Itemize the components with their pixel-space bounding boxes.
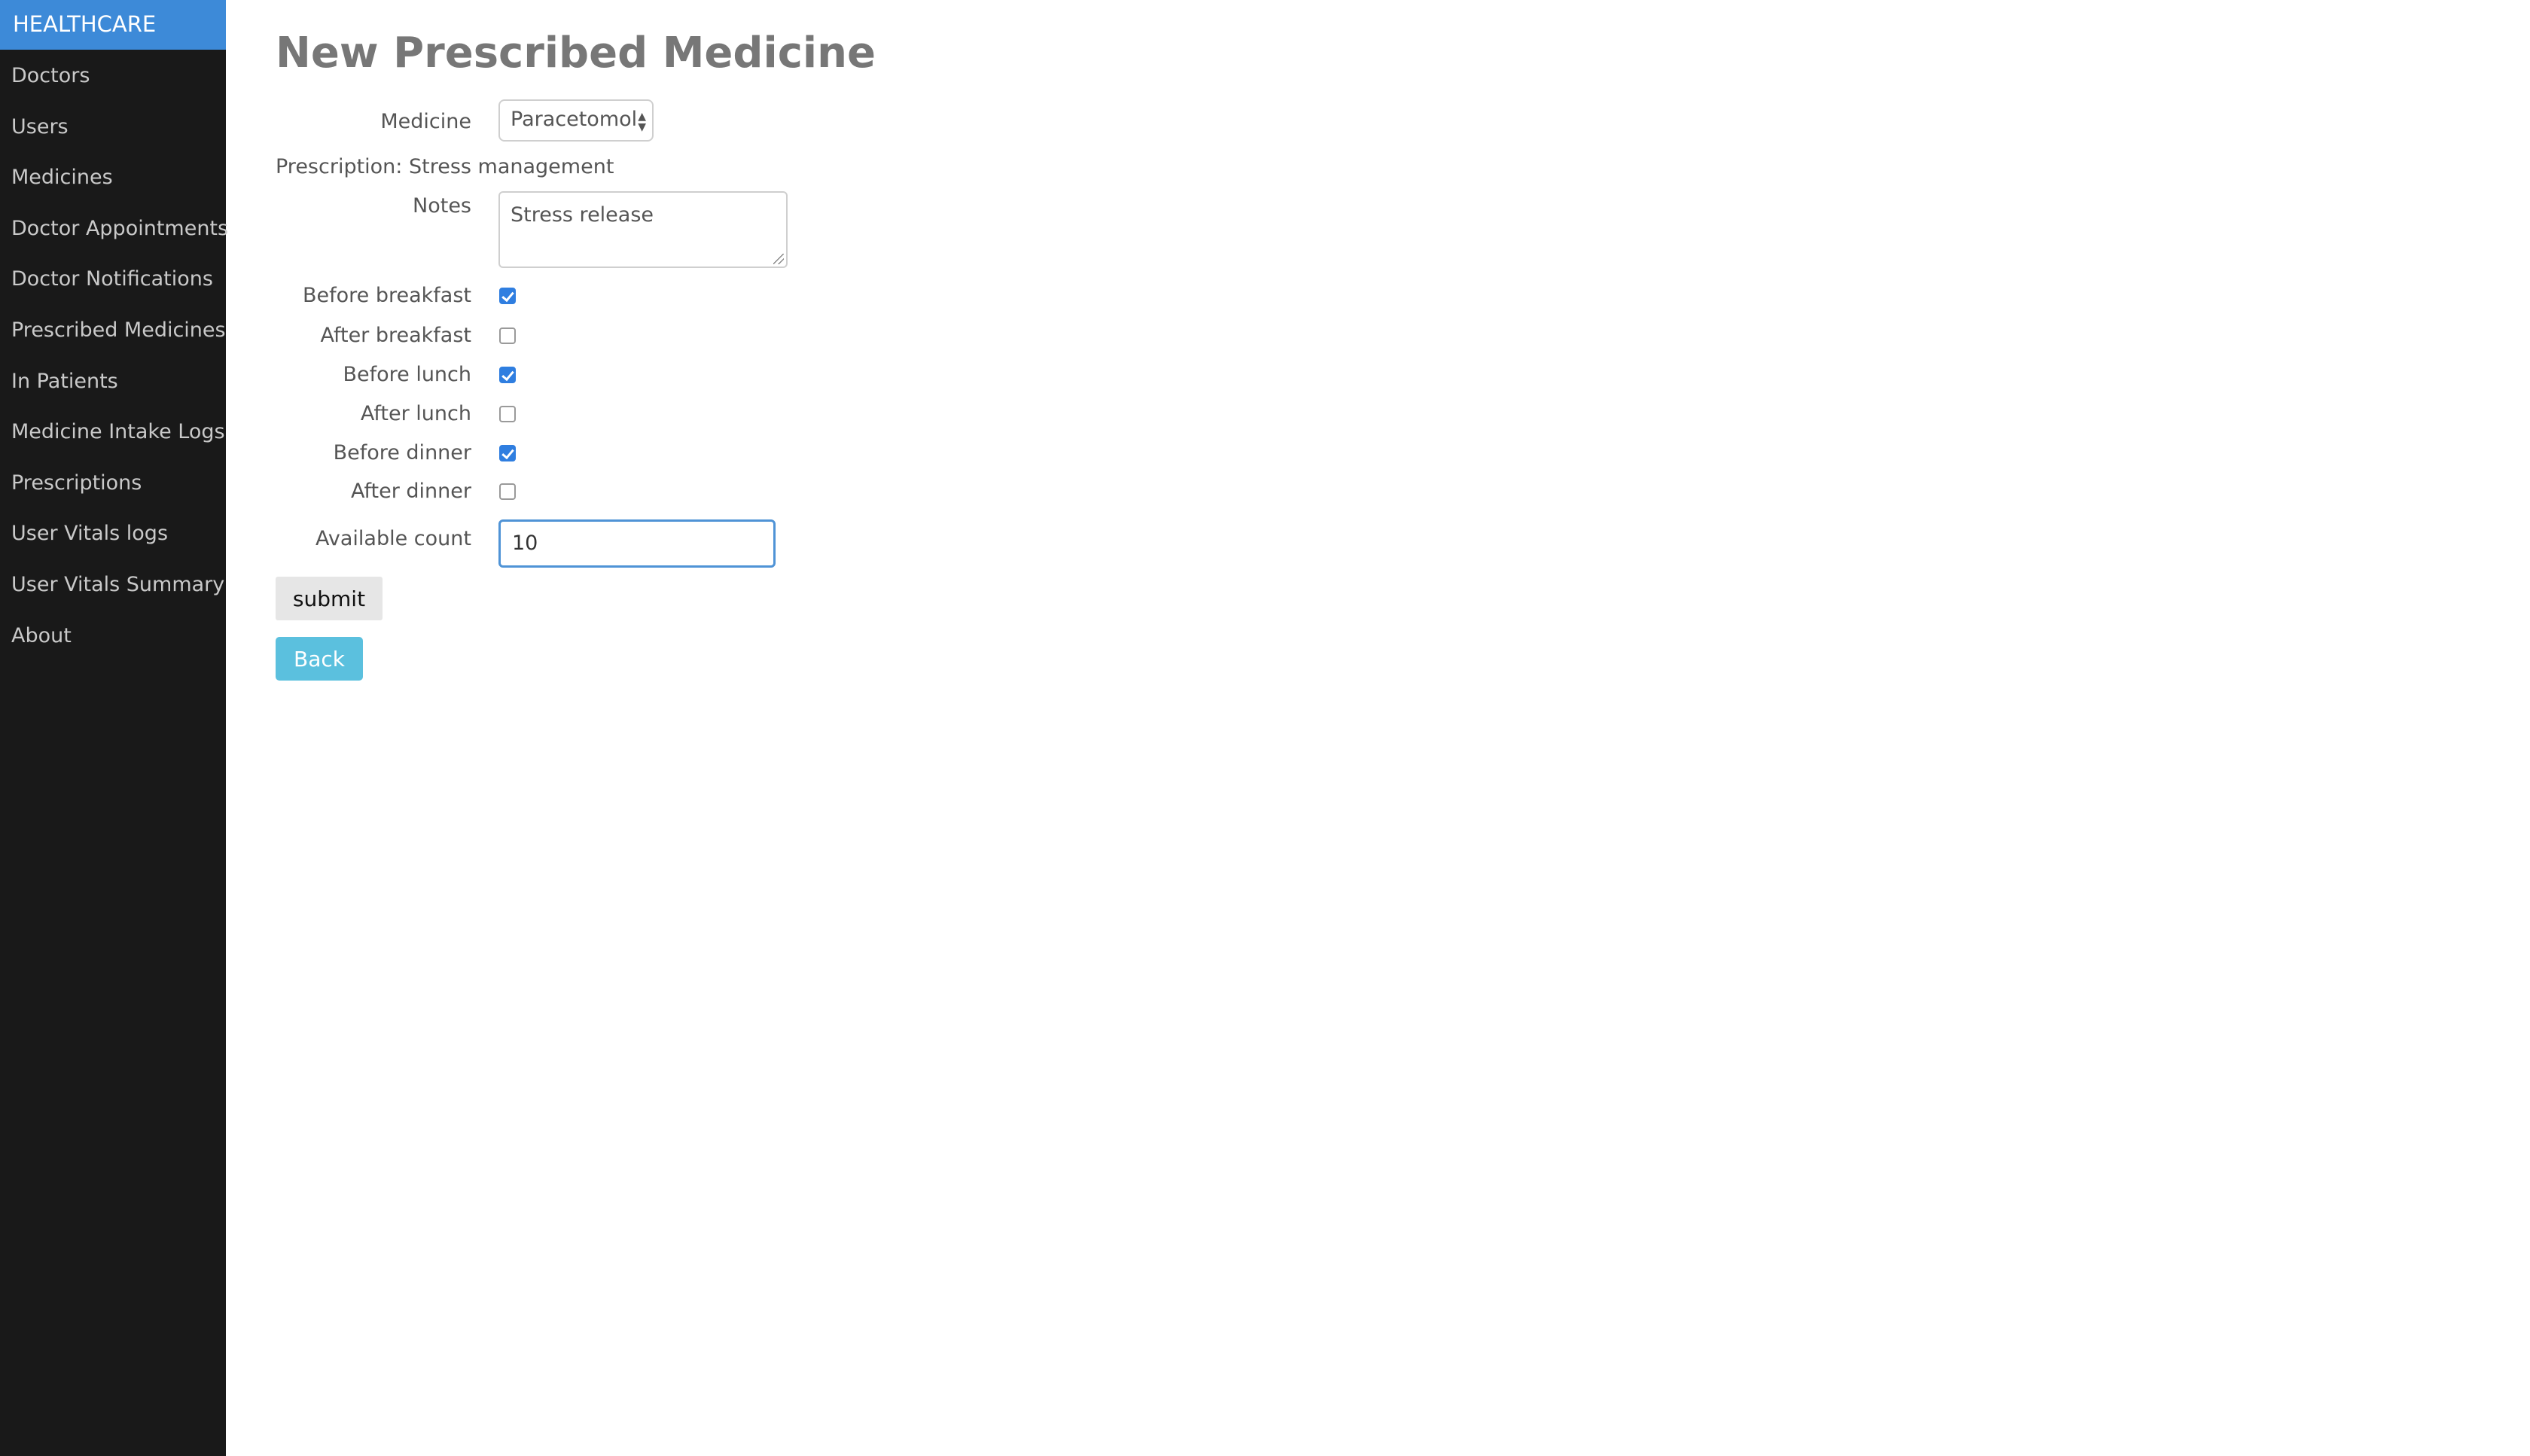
sidebar-item-in-patients[interactable]: In Patients: [0, 355, 226, 407]
before-dinner-label: Before dinner: [333, 441, 471, 465]
notes-label: Notes: [413, 194, 471, 218]
available-count-label: Available count: [315, 527, 471, 550]
prescription-text: Prescription: Stress management: [276, 155, 614, 178]
sidebar-item-prescribed-medicines[interactable]: Prescribed Medicines: [0, 304, 226, 355]
app-root: HEALTHCARE Doctors Users Medicines Docto…: [0, 0, 2530, 1456]
notes-textarea[interactable]: Stress release: [498, 191, 788, 268]
medicine-label: Medicine: [380, 110, 471, 133]
before-lunch-checkbox[interactable]: [499, 367, 516, 383]
medicine-select-value: Paracetomol: [511, 108, 638, 131]
submit-button[interactable]: submit: [276, 577, 383, 620]
notes-value: Stress release: [511, 203, 654, 227]
sidebar-item-medicine-intake-logs[interactable]: Medicine Intake Logs: [0, 406, 226, 457]
after-dinner-checkbox[interactable]: [499, 483, 516, 500]
medicine-select[interactable]: Paracetomol ▲ ▼: [498, 99, 654, 142]
resize-grip-icon[interactable]: [773, 254, 784, 264]
back-button[interactable]: Back: [276, 637, 363, 681]
sidebar-item-user-vitals-logs[interactable]: User Vitals logs: [0, 507, 226, 559]
sidebar-item-medicines[interactable]: Medicines: [0, 151, 226, 203]
sidebar-menu: Doctors Users Medicines Doctor Appointme…: [0, 50, 228, 661]
after-lunch-label: After lunch: [360, 402, 471, 425]
select-arrows-icon: ▲ ▼: [638, 111, 646, 133]
brand-link[interactable]: HEALTHCARE: [0, 0, 226, 50]
sidebar-item-doctor-appointments[interactable]: Doctor Appointments: [0, 203, 228, 254]
sidebar-item-doctors[interactable]: Doctors: [0, 50, 226, 101]
after-breakfast-checkbox[interactable]: [499, 327, 516, 344]
available-count-input[interactable]: 10: [498, 519, 776, 568]
before-dinner-checkbox[interactable]: [499, 445, 516, 461]
sidebar-item-doctor-notifications[interactable]: Doctor Notifications: [0, 253, 226, 304]
sidebar-item-about[interactable]: About: [0, 610, 226, 661]
sidebar-item-user-vitals-summary[interactable]: User Vitals Summary: [0, 559, 226, 610]
after-breakfast-label: After breakfast: [320, 324, 471, 347]
sidebar-item-prescriptions[interactable]: Prescriptions: [0, 457, 226, 508]
before-breakfast-checkbox[interactable]: [499, 288, 516, 304]
before-lunch-label: Before lunch: [343, 363, 471, 386]
sidebar-item-users[interactable]: Users: [0, 101, 226, 152]
before-breakfast-label: Before breakfast: [302, 284, 471, 307]
after-dinner-label: After dinner: [351, 480, 471, 503]
sidebar: HEALTHCARE Doctors Users Medicines Docto…: [0, 0, 228, 1456]
after-lunch-checkbox[interactable]: [499, 406, 516, 422]
page-title: New Prescribed Medicine: [276, 29, 876, 78]
